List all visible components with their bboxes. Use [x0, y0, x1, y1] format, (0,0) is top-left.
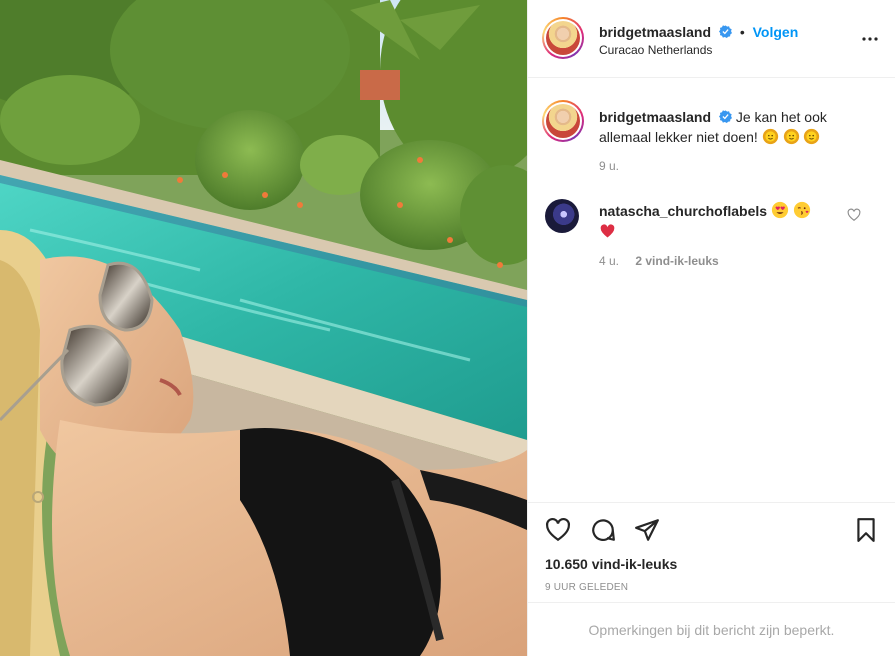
commenter-avatar[interactable] [545, 199, 579, 233]
comments-limited-notice: Opmerkingen bij dit bericht zijn beperkt… [528, 602, 895, 656]
heart-eyes-emoji-icon [771, 201, 789, 219]
comment-timestamp[interactable]: 4 u. [599, 254, 619, 268]
selfie-by-pool-illustration [0, 0, 527, 656]
comments-section: bridgetmaasland Je kan het ook allemaal … [528, 79, 895, 502]
header-name-line: bridgetmaasland • Volgen [599, 24, 798, 40]
caption-avatar[interactable] [542, 100, 584, 142]
caption-timestamp[interactable]: 9 u. [599, 159, 619, 173]
post-timestamp[interactable]: 9 UUR GELEDEN [545, 582, 628, 593]
heart-icon[interactable] [545, 517, 571, 543]
avatar[interactable] [542, 17, 584, 59]
verified-icon [718, 110, 732, 123]
red-heart-emoji-icon [600, 224, 615, 238]
comment-text-block: natascha_churchoflabels [599, 201, 839, 243]
sun-emoji-icon [783, 128, 799, 145]
avatar-image [546, 21, 580, 55]
share-icon[interactable] [634, 517, 660, 543]
more-options-icon[interactable] [862, 31, 878, 47]
instagram-post: bridgetmaasland • Volgen Curacao Netherl… [0, 0, 895, 656]
author-username[interactable]: bridgetmaasland [599, 24, 711, 40]
separator-dot: • [739, 24, 745, 40]
commenter-username[interactable]: natascha_churchoflabels [599, 203, 767, 219]
follow-button[interactable]: Volgen [753, 24, 799, 40]
bookmark-icon[interactable] [853, 517, 879, 543]
post-like-count[interactable]: 10.650 vind-ik-leuks [545, 556, 677, 572]
post-panel: bridgetmaasland • Volgen Curacao Netherl… [527, 0, 895, 656]
sun-emoji-icon [762, 128, 778, 145]
caption-text-block: bridgetmaasland Je kan het ook allemaal … [599, 107, 869, 147]
action-bar: 10.650 vind-ik-leuks 9 UUR GELEDEN [528, 502, 895, 602]
location-link[interactable]: Curacao Netherlands [599, 43, 712, 57]
post-photo[interactable] [0, 0, 527, 656]
caption-username[interactable]: bridgetmaasland [599, 109, 711, 125]
post-header: bridgetmaasland • Volgen Curacao Netherl… [528, 0, 895, 78]
comment-likes[interactable]: 2 vind-ik-leuks [635, 254, 718, 268]
comment-icon[interactable] [590, 517, 616, 543]
kissing-face-emoji-icon [793, 201, 810, 219]
comment-meta: 4 u. 2 vind-ik-leuks [599, 254, 719, 268]
verified-icon [718, 25, 732, 38]
sun-emoji-icon [804, 128, 820, 145]
comment-heart-icon[interactable] [847, 208, 861, 222]
